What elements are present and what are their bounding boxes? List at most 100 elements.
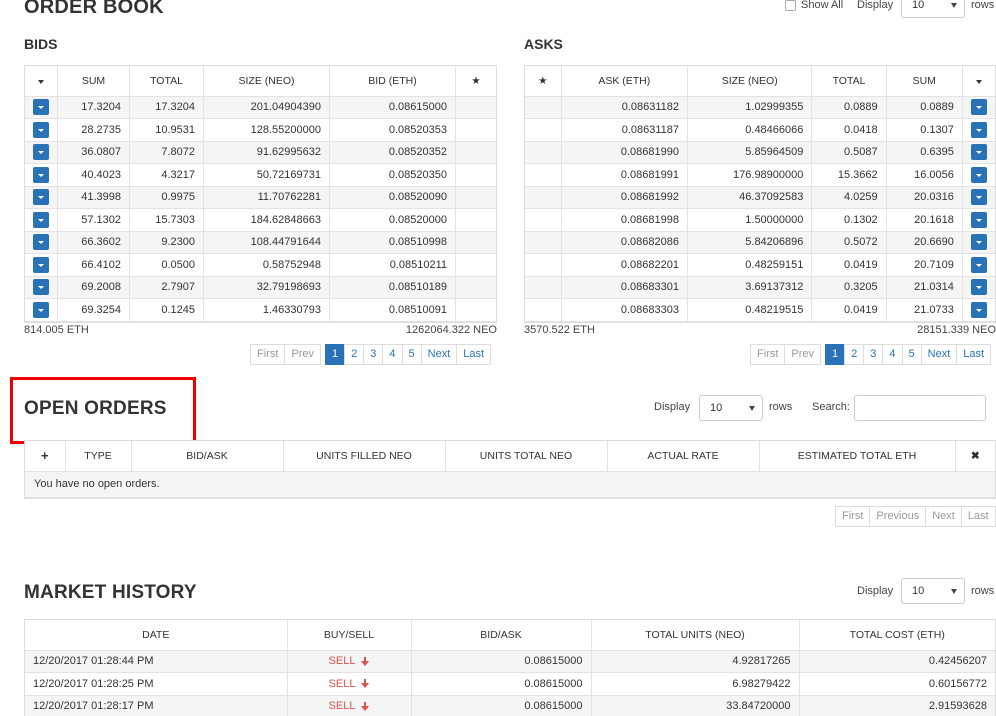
asks-row[interactable]: 0.08681990 5.85964509 0.5087 0.6395 bbox=[525, 141, 995, 164]
asks-page-2[interactable]: 2 bbox=[844, 344, 865, 365]
bids-row[interactable]: 40.4023 4.3217 50.72169731 0.08520350 bbox=[25, 163, 496, 187]
asks-row-star-cell[interactable] bbox=[525, 276, 562, 299]
show-all-toggle[interactable]: Show All bbox=[785, 0, 843, 11]
bids-row[interactable]: 69.3254 0.1245 1.46330793 0.08510091 bbox=[25, 298, 496, 322]
row-dropdown-icon[interactable] bbox=[33, 166, 49, 183]
open-orders-col-type[interactable]: TYPE bbox=[65, 441, 132, 472]
asks-col-ask[interactable]: ASK (ETH) bbox=[561, 66, 689, 97]
row-dropdown-icon[interactable] bbox=[970, 121, 987, 138]
asks-page-prev[interactable]: Prev bbox=[784, 344, 822, 365]
open-orders-page-previous[interactable]: Previous bbox=[869, 506, 927, 527]
asks-page-first[interactable]: First bbox=[750, 344, 786, 365]
bids-page-prev[interactable]: Prev bbox=[284, 344, 322, 365]
bids-row-star-cell[interactable] bbox=[455, 298, 496, 322]
row-dropdown-icon[interactable] bbox=[33, 256, 49, 273]
bids-row[interactable]: 17.3204 17.3204 201.04904390 0.08615000 bbox=[25, 96, 496, 119]
bids-row-star-cell[interactable] bbox=[455, 208, 496, 232]
asks-col-size[interactable]: SIZE (NEO) bbox=[687, 66, 813, 97]
bids-row-star-cell[interactable] bbox=[455, 96, 496, 119]
asks-page-last[interactable]: Last bbox=[956, 344, 992, 365]
asks-row-star-cell[interactable] bbox=[525, 253, 562, 277]
bids-row-star-cell[interactable] bbox=[455, 186, 496, 209]
asks-page-5[interactable]: 5 bbox=[901, 344, 922, 365]
asks-page-1[interactable]: 1 bbox=[825, 344, 846, 365]
bids-sort-header[interactable] bbox=[25, 66, 58, 97]
mh-col-total-cost[interactable]: TOTAL COST (ETH) bbox=[799, 620, 995, 651]
asks-row-star-cell[interactable] bbox=[525, 231, 562, 254]
bids-page-2[interactable]: 2 bbox=[344, 344, 365, 365]
open-orders-add-header[interactable]: + bbox=[25, 441, 66, 472]
bids-row[interactable]: 66.4102 0.0500 0.58752948 0.08510211 bbox=[25, 253, 496, 277]
open-orders-col-estimated-total[interactable]: ESTIMATED TOTAL ETH bbox=[759, 441, 956, 472]
row-dropdown-icon[interactable] bbox=[970, 211, 987, 228]
open-orders-search-input[interactable] bbox=[854, 395, 986, 421]
open-orders-close-header[interactable]: ✖ bbox=[955, 441, 995, 472]
mh-col-bidask[interactable]: BID/ASK bbox=[411, 620, 592, 651]
bids-col-sum[interactable]: SUM bbox=[57, 66, 130, 97]
asks-row[interactable]: 0.08681991 176.98900000 15.3662 16.0056 bbox=[525, 163, 995, 187]
bids-page-3[interactable]: 3 bbox=[363, 344, 384, 365]
row-dropdown-icon[interactable] bbox=[970, 189, 987, 206]
bids-row[interactable]: 28.2735 10.9531 128.55200000 0.08520353 bbox=[25, 118, 496, 142]
mh-col-total-units[interactable]: TOTAL UNITS (NEO) bbox=[591, 620, 800, 651]
bids-page-5[interactable]: 5 bbox=[401, 344, 422, 365]
open-orders-col-units-total[interactable]: UNITS TOTAL NEO bbox=[445, 441, 608, 472]
row-dropdown-icon[interactable] bbox=[970, 144, 987, 161]
asks-col-star[interactable]: ★ bbox=[525, 66, 562, 97]
bids-row[interactable]: 57.1302 15.7303 184.62848663 0.08520000 bbox=[25, 208, 496, 232]
asks-row-star-cell[interactable] bbox=[525, 298, 562, 322]
bids-row[interactable]: 41.3998 0.9975 11.70762281 0.08520090 bbox=[25, 186, 496, 209]
asks-row[interactable]: 0.08681998 1.50000000 0.1302 20.1618 bbox=[525, 208, 995, 232]
row-dropdown-icon[interactable] bbox=[970, 301, 987, 318]
bids-row-star-cell[interactable] bbox=[455, 276, 496, 299]
asks-row-star-cell[interactable] bbox=[525, 118, 562, 142]
bids-row-star-cell[interactable] bbox=[455, 163, 496, 187]
asks-row-star-cell[interactable] bbox=[525, 186, 562, 209]
open-orders-col-actual-rate[interactable]: ACTUAL RATE bbox=[607, 441, 760, 472]
bids-row[interactable]: 66.3602 9.2300 108.44791644 0.08510998 bbox=[25, 231, 496, 254]
bids-row-star-cell[interactable] bbox=[455, 118, 496, 142]
bids-col-star[interactable]: ★ bbox=[455, 66, 496, 97]
bids-col-total[interactable]: TOTAL bbox=[129, 66, 204, 97]
row-dropdown-icon[interactable] bbox=[33, 211, 49, 228]
bids-page-next[interactable]: Next bbox=[420, 344, 458, 365]
bids-page-last[interactable]: Last bbox=[456, 344, 492, 365]
row-dropdown-icon[interactable] bbox=[970, 256, 987, 273]
open-orders-page-next[interactable]: Next bbox=[925, 506, 962, 527]
asks-page-3[interactable]: 3 bbox=[863, 344, 884, 365]
row-dropdown-icon[interactable] bbox=[33, 234, 49, 251]
asks-page-4[interactable]: 4 bbox=[882, 344, 903, 365]
bids-page-1[interactable]: 1 bbox=[325, 344, 346, 365]
asks-page-next[interactable]: Next bbox=[920, 344, 958, 365]
asks-row-star-cell[interactable] bbox=[525, 163, 562, 187]
row-dropdown-icon[interactable] bbox=[970, 234, 987, 251]
asks-row[interactable]: 0.08683303 0.48219515 0.0419 21.0733 bbox=[525, 298, 995, 322]
row-dropdown-icon[interactable] bbox=[970, 166, 987, 183]
bids-row-star-cell[interactable] bbox=[455, 253, 496, 277]
asks-row[interactable]: 0.08631182 1.02999355 0.0889 0.0889 bbox=[525, 96, 995, 119]
asks-row[interactable]: 0.08682201 0.48259151 0.0419 20.7109 bbox=[525, 253, 995, 277]
row-dropdown-icon[interactable] bbox=[33, 279, 49, 296]
bids-col-bid[interactable]: BID (ETH) bbox=[329, 66, 456, 97]
open-orders-page-first[interactable]: First bbox=[835, 506, 871, 527]
asks-row[interactable]: 0.08681992 46.37092583 4.0259 20.0316 bbox=[525, 186, 995, 209]
row-dropdown-icon[interactable] bbox=[33, 144, 49, 161]
row-dropdown-icon[interactable] bbox=[33, 301, 49, 318]
asks-row-star-cell[interactable] bbox=[525, 208, 562, 232]
row-dropdown-icon[interactable] bbox=[970, 279, 987, 296]
asks-sort-header[interactable] bbox=[962, 66, 995, 97]
market-history-rows-select[interactable]: 10 bbox=[901, 578, 965, 604]
open-orders-rows-select[interactable]: 10 bbox=[699, 395, 763, 421]
bids-row-star-cell[interactable] bbox=[455, 231, 496, 254]
asks-col-total[interactable]: TOTAL bbox=[811, 66, 887, 97]
bids-row[interactable]: 69.2008 2.7907 32.79198693 0.08510189 bbox=[25, 276, 496, 299]
mh-col-buysell[interactable]: BUY/SELL bbox=[287, 620, 412, 651]
orderbook-rows-select[interactable]: 10 bbox=[901, 0, 965, 18]
open-orders-col-bidask[interactable]: BID/ASK bbox=[131, 441, 284, 472]
bids-page-4[interactable]: 4 bbox=[382, 344, 403, 365]
asks-row-star-cell[interactable] bbox=[525, 141, 562, 164]
bids-row-star-cell[interactable] bbox=[455, 141, 496, 164]
open-orders-page-last[interactable]: Last bbox=[960, 506, 996, 527]
asks-row-star-cell[interactable] bbox=[525, 96, 562, 119]
open-orders-col-units-filled[interactable]: UNITS FILLED NEO bbox=[283, 441, 446, 472]
